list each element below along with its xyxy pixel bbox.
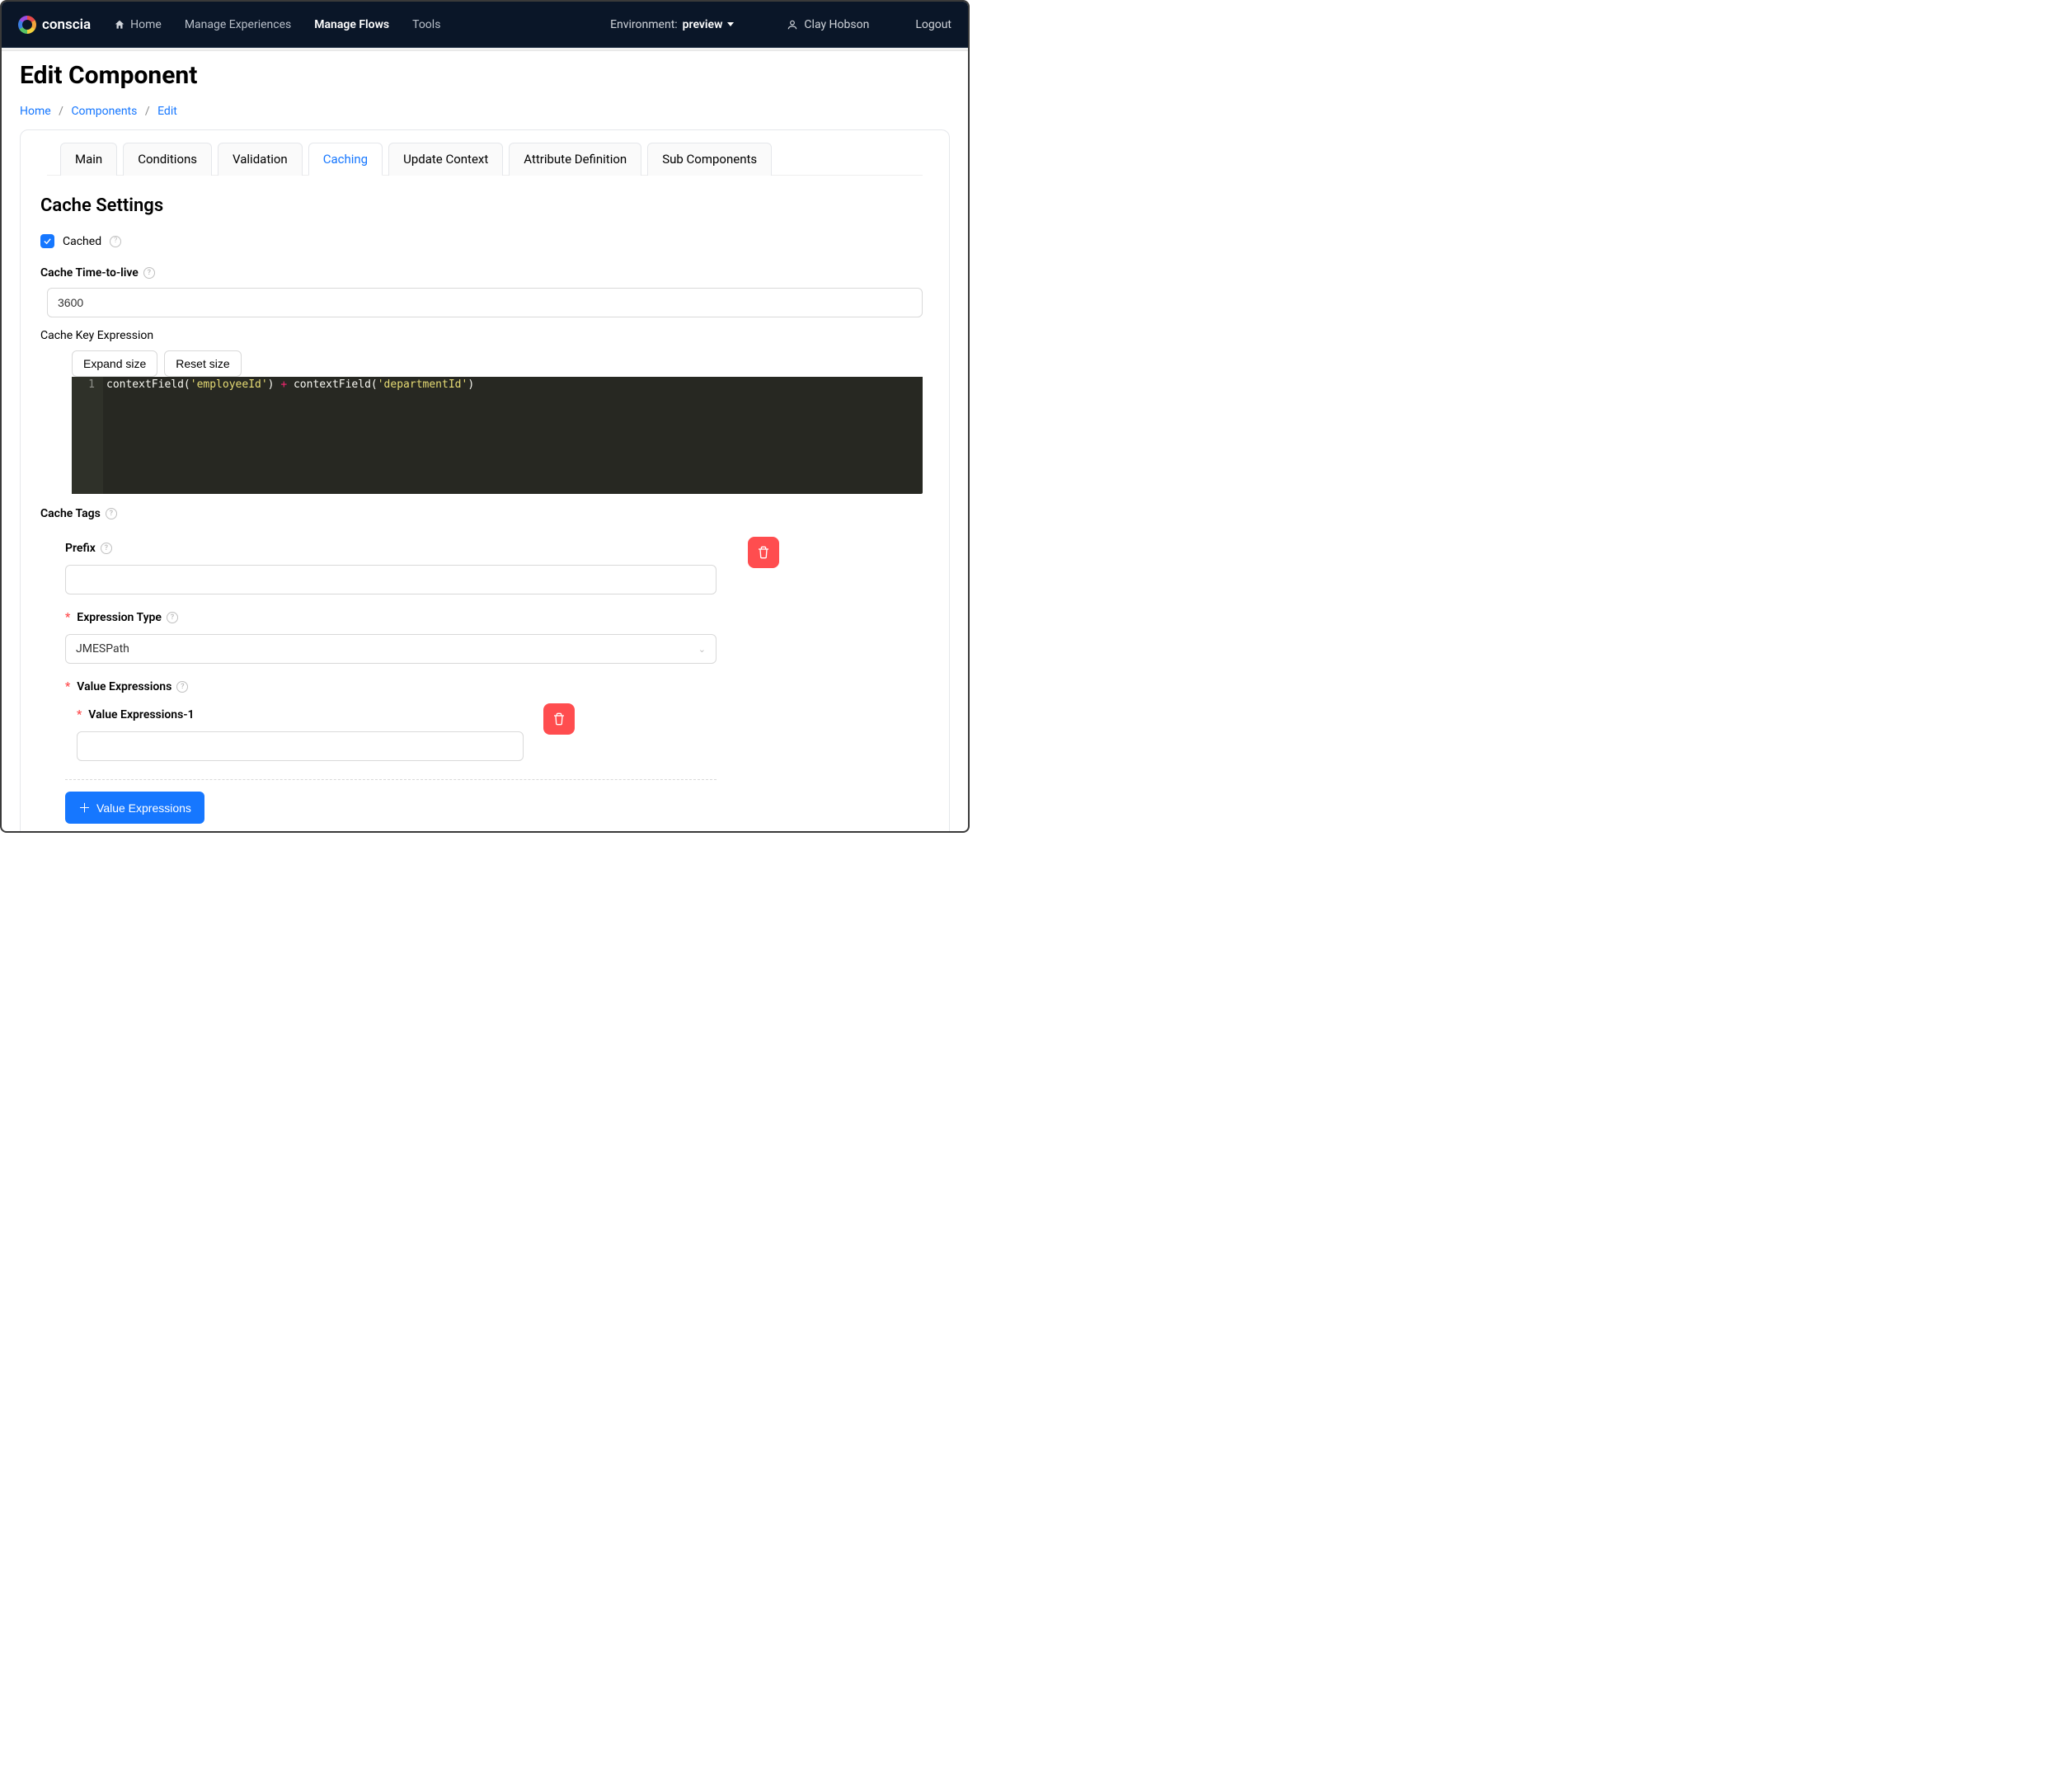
environment-value: preview [683, 18, 723, 31]
required-marker: * [65, 611, 70, 624]
tab-update-context[interactable]: Update Context [388, 143, 503, 176]
top-nav: conscia Home Manage Experiences Manage F… [2, 2, 968, 48]
tab-main[interactable]: Main [60, 143, 117, 176]
nav-tools-label: Tools [412, 18, 440, 31]
value-expressions-label: Value Expressions [77, 680, 171, 693]
breadcrumb-edit: Edit [157, 105, 177, 118]
breadcrumb-components[interactable]: Components [71, 105, 137, 118]
expression-type-select[interactable]: JMESPath ⌄ [65, 634, 717, 664]
nav-manage-flows[interactable]: Manage Flows [314, 18, 389, 31]
tab-validation[interactable]: Validation [218, 143, 303, 176]
nav-manage-experiences-label: Manage Experiences [185, 18, 291, 31]
delete-tag-button[interactable] [748, 537, 779, 568]
expression-type-value: JMESPath [76, 642, 129, 656]
nav-tools[interactable]: Tools [412, 18, 440, 31]
brand: conscia [18, 16, 91, 34]
delete-value-expression-button[interactable] [543, 703, 575, 735]
nav-links: Home Manage Experiences Manage Flows Too… [114, 18, 440, 31]
add-value-expressions-label: Value Expressions [96, 801, 191, 815]
content-area[interactable]: Edit Component Home / Components / Edit … [2, 51, 968, 831]
help-icon[interactable]: ? [143, 267, 155, 279]
help-icon[interactable]: ? [176, 681, 188, 693]
help-icon[interactable]: ? [110, 236, 121, 247]
check-icon [43, 237, 52, 246]
ttl-label: Cache Time-to-live [40, 266, 139, 280]
tab-conditions[interactable]: Conditions [123, 143, 212, 176]
brand-name: conscia [42, 16, 91, 33]
tab-bar: Main Conditions Validation Caching Updat… [47, 142, 923, 176]
add-value-expressions-button[interactable]: ＋ Value Expressions [65, 792, 204, 824]
code-line[interactable]: contextField('employeeId') + contextFiel… [103, 377, 481, 494]
reset-size-button[interactable]: Reset size [164, 350, 241, 377]
brand-logo-icon [18, 16, 36, 34]
cached-checkbox[interactable] [40, 234, 54, 248]
cache-tags-label: Cache Tags [40, 507, 101, 520]
help-icon[interactable]: ? [101, 543, 112, 554]
required-marker: * [65, 680, 70, 693]
breadcrumb-sep: / [145, 105, 150, 118]
tab-sub-components[interactable]: Sub Components [647, 143, 772, 176]
cache-key-expression-label: Cache Key Expression [40, 329, 153, 342]
tab-attribute-definition[interactable]: Attribute Definition [509, 143, 641, 176]
logout-link[interactable]: Logout [915, 18, 951, 31]
code-gutter: 1 [72, 377, 103, 494]
card: Main Conditions Validation Caching Updat… [20, 129, 950, 831]
cache-tag-item: Prefix ? * Expression Type ? JMESPath ⌄ [65, 542, 740, 824]
chevron-down-icon: ⌄ [698, 644, 706, 655]
nav-manage-experiences[interactable]: Manage Experiences [185, 18, 291, 31]
nav-home-label: Home [130, 18, 162, 31]
required-marker: * [77, 708, 82, 721]
breadcrumb: Home / Components / Edit [20, 105, 950, 118]
plus-icon: ＋ [78, 799, 91, 816]
value-expressions-1-label: Value Expressions-1 [88, 708, 194, 721]
home-icon [114, 19, 125, 31]
expand-size-button[interactable]: Expand size [72, 350, 157, 377]
breadcrumb-home[interactable]: Home [20, 105, 51, 118]
code-editor[interactable]: 1 contextField('employeeId') + contextFi… [72, 377, 923, 494]
nav-manage-flows-label: Manage Flows [314, 18, 389, 31]
cached-label: Cached [63, 235, 101, 248]
divider [65, 779, 717, 780]
user-name: Clay Hobson [804, 18, 869, 31]
help-icon[interactable]: ? [167, 612, 178, 623]
prefix-label: Prefix [65, 542, 96, 555]
user-icon [787, 19, 798, 31]
caret-down-icon [727, 22, 734, 26]
prefix-input[interactable] [65, 565, 717, 594]
ttl-input[interactable] [47, 288, 923, 317]
trash-icon [757, 546, 770, 559]
value-expression-row: * Value Expressions-1 [77, 708, 740, 761]
environment-switcher[interactable]: Environment: preview [610, 18, 734, 31]
section-title: Cache Settings [40, 195, 923, 216]
value-expressions-1-input[interactable] [77, 731, 524, 761]
breadcrumb-sep: / [59, 105, 63, 118]
tab-caching[interactable]: Caching [308, 143, 383, 176]
environment-label: Environment: [610, 18, 678, 31]
page-title: Edit Component [20, 61, 950, 90]
trash-icon [552, 712, 566, 726]
nav-home[interactable]: Home [114, 18, 162, 31]
help-icon[interactable]: ? [106, 508, 117, 519]
user-menu[interactable]: Clay Hobson [787, 18, 869, 31]
expression-type-label: Expression Type [77, 611, 162, 624]
